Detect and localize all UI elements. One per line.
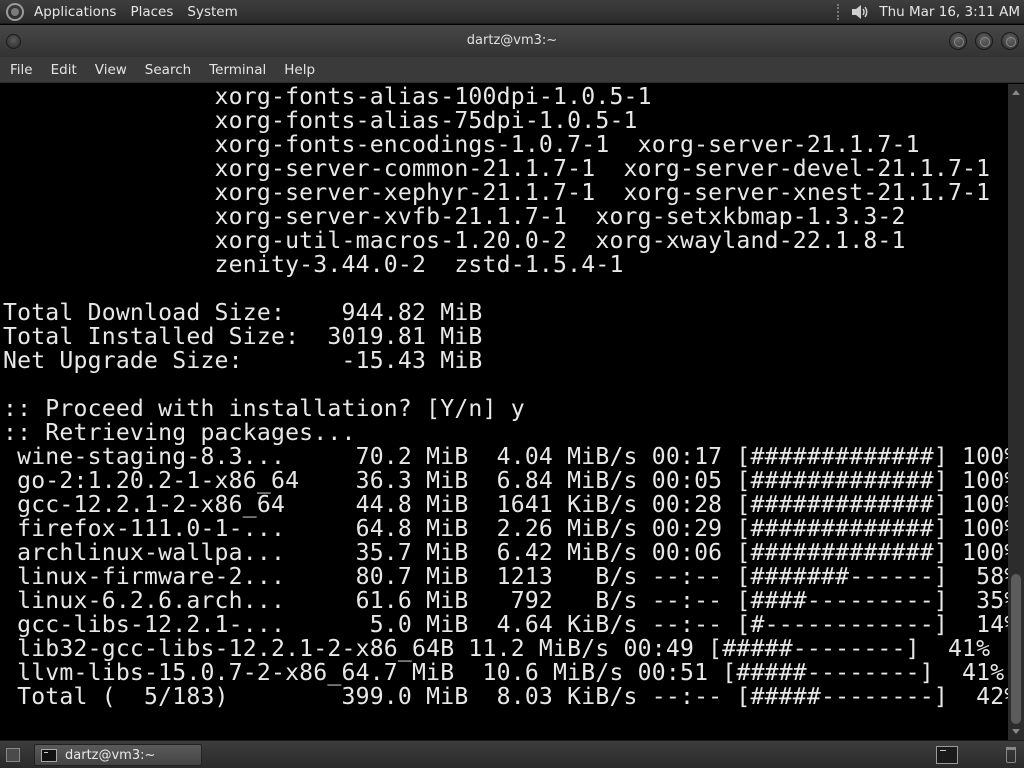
- terminal-line: :: Retrieving packages...: [3, 420, 356, 446]
- terminal-line: xorg-fonts-alias-100dpi-1.0.5-1: [3, 84, 652, 110]
- terminal-line: Net Upgrade Size: -15.43 MiB: [3, 348, 483, 374]
- applications-logo-icon[interactable]: [6, 2, 24, 21]
- system-menu[interactable]: System: [187, 4, 237, 20]
- terminal-line: firefox-111.0-1-... 64.8 MiB 2.26 MiB/s …: [3, 516, 1008, 542]
- window-title: dartz@vm3:~: [466, 33, 558, 48]
- applications-menu[interactable]: Applications: [34, 4, 116, 20]
- terminal-line: linux-firmware-2... 80.7 MiB 1213 B/s --…: [3, 564, 1008, 590]
- maximize-icon[interactable]: [975, 32, 993, 50]
- trash-icon[interactable]: [1006, 747, 1016, 763]
- terminal-line: xorg-fonts-alias-75dpi-1.0.5-1: [3, 108, 638, 134]
- terminal-line: xorg-fonts-encodings-1.0.7-1 xorg-server…: [3, 132, 920, 158]
- menu-file[interactable]: File: [0, 62, 41, 78]
- scrollbar-thumb[interactable]: [1011, 574, 1021, 724]
- speaker-volume-icon[interactable]: [849, 3, 871, 21]
- menu-help[interactable]: Help: [274, 62, 323, 78]
- terminal-line: linux-6.2.6.arch... 61.6 MiB 792 B/s --:…: [3, 588, 1008, 614]
- terminal-line: xorg-server-xvfb-21.1.7-1 xorg-setxkbmap…: [3, 204, 906, 230]
- menu-view[interactable]: View: [85, 62, 135, 78]
- clock[interactable]: Thu Mar 16, 3:11 AM: [879, 4, 1020, 20]
- terminal-scrollbar[interactable]: [1008, 84, 1024, 740]
- terminal-line: lib32-gcc-libs-12.2.1-2-x86_64B 11.2 MiB…: [3, 636, 991, 662]
- window-titlebar[interactable]: dartz@vm3:~: [0, 25, 1024, 57]
- bottom-panel: dartz@vm3:~: [0, 740, 1024, 768]
- terminal-line: xorg-server-xephyr-21.1.7-1 xorg-server-…: [3, 180, 991, 206]
- menubar: File Edit View Search Terminal Help: [0, 57, 1024, 83]
- terminal-line: zenity-3.44.0-2 zstd-1.5.4-1: [3, 252, 624, 278]
- panel-tray: Thu Mar 16, 3:11 AM: [837, 0, 1020, 24]
- show-desktop-icon[interactable]: [6, 748, 20, 762]
- menu-edit[interactable]: Edit: [41, 62, 85, 78]
- terminal-line: gcc-libs-12.2.1-... 5.0 MiB 4.64 KiB/s -…: [3, 612, 1008, 638]
- terminal-icon: [41, 748, 57, 762]
- taskbar-window-button[interactable]: dartz@vm3:~: [34, 744, 202, 766]
- terminal-line: :: Proceed with installation? [Y/n] y: [3, 396, 525, 422]
- scroll-down-icon[interactable]: [1012, 729, 1020, 734]
- panel-separator: [837, 4, 841, 20]
- terminal-line: xorg-util-macros-1.20.0-2 xorg-xwayland-…: [3, 228, 906, 254]
- terminal-line: Total Download Size: 944.82 MiB: [3, 300, 483, 326]
- window-menu-icon[interactable]: [6, 34, 21, 49]
- terminal-line: Total Installed Size: 3019.81 MiB: [3, 324, 483, 350]
- workspace-switcher-icon[interactable]: [936, 746, 958, 764]
- places-menu[interactable]: Places: [130, 4, 173, 20]
- terminal-line: archlinux-wallpa... 35.7 MiB 6.42 MiB/s …: [3, 540, 1008, 566]
- terminal-line: llvm-libs-15.0.7-2-x86_64.7 MiB 10.6 MiB…: [3, 660, 1005, 686]
- terminal-line: go-2:1.20.2-1-x86_64 36.3 MiB 6.84 MiB/s…: [3, 468, 1008, 494]
- top-panel: Applications Places System Thu Mar 16, 3…: [0, 0, 1024, 24]
- taskbar-window-label: dartz@vm3:~: [65, 747, 156, 763]
- minimize-icon[interactable]: [949, 32, 967, 50]
- menu-search[interactable]: Search: [135, 62, 199, 78]
- scroll-up-icon[interactable]: [1012, 90, 1020, 95]
- terminal-line: gcc-12.2.1-2-x86_64 44.8 MiB 1641 KiB/s …: [3, 492, 1008, 518]
- terminal-line: Total ( 5/183) 399.0 MiB 8.03 KiB/s --:-…: [3, 684, 1008, 710]
- menu-terminal[interactable]: Terminal: [199, 62, 274, 78]
- terminal-line: wine-staging-8.3... 70.2 MiB 4.04 MiB/s …: [3, 444, 1008, 470]
- terminal-line: xorg-server-common-21.1.7-1 xorg-server-…: [3, 156, 991, 182]
- close-icon[interactable]: [1001, 32, 1019, 50]
- terminal-output[interactable]: xorg-fonts-alias-100dpi-1.0.5-1 xorg-fon…: [0, 84, 1008, 740]
